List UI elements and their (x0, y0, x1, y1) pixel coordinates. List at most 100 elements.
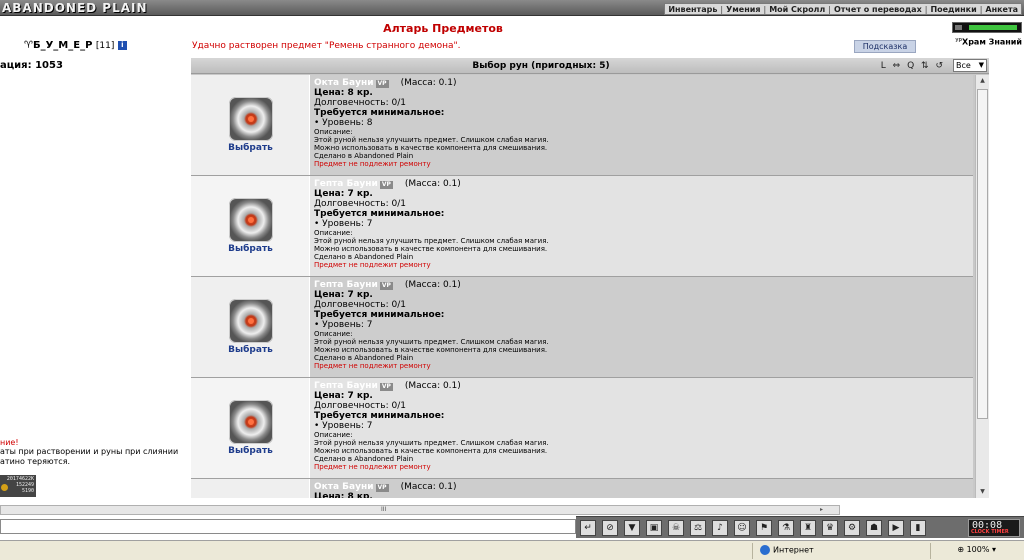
rune-name[interactable]: Гепта Бауни (314, 280, 378, 290)
rune-name[interactable]: Окта Бауни (314, 482, 374, 492)
rune-description: Окта Бауни VP (Масса: 0.1) Цена: 8 кр. (314, 482, 954, 499)
rune-name[interactable]: Гепта Бауни (314, 381, 378, 391)
no-repair-note: Предмет не подлежит ремонту (314, 362, 431, 370)
runes-panel: Выбор рун (пригодных: 5) L ⇔ Q ⇅ ↺ Все ▼ … (191, 58, 989, 498)
nav-separator: | (720, 5, 724, 14)
skull-icon[interactable]: ☠ (668, 520, 684, 536)
top-bar: ABANDONED PLAIN Инвентарь | Умения | Мой Скр… (0, 0, 1024, 16)
smile-icon[interactable]: ☺ (734, 520, 750, 536)
rune-price: Цена: 8 кр. (314, 492, 373, 498)
description-line-1: Этой руной нельзя улучшить предмет. Слиш… (314, 439, 549, 447)
bar-icon[interactable]: ▮ (910, 520, 926, 536)
required-level: • Уровень: 8 (314, 118, 373, 128)
top-nav-link[interactable]: Поединки (930, 4, 976, 14)
no-icon[interactable]: ⊘ (602, 520, 618, 536)
vp-badge: VP (379, 181, 393, 189)
rune-row: Выбрать Гепта Бауни VP (Масса: 0.1) Цена: 7 … (191, 277, 973, 378)
choose-button[interactable]: Выбрать (191, 446, 310, 456)
page-title: Алтарь Предметов (383, 22, 503, 35)
scroll-grip[interactable]: III (381, 506, 386, 513)
house-icon[interactable]: ☗ (866, 520, 882, 536)
scroll-up-icon[interactable]: ▲ (976, 75, 989, 87)
top-nav-link[interactable]: Анкета (985, 4, 1018, 14)
rune-price: Цена: 8 кр. (314, 88, 373, 98)
rune-mass: (Масса: 0.1) (404, 381, 461, 391)
rune-description: Гепта Бауни VP (Масса: 0.1) Цена: 7 кр. Долг… (314, 381, 954, 472)
rune-icon[interactable] (229, 299, 273, 343)
play-icon[interactable]: ▶ (888, 520, 904, 536)
coin-icon (1, 484, 8, 491)
choose-button[interactable]: Выбрать (191, 345, 310, 355)
requirements-title: Требуется минимальное: (314, 411, 445, 421)
made-in: Сделано в Abandoned Plain (314, 152, 414, 160)
top-nav-link[interactable]: Отчет о переводах (834, 4, 922, 14)
rune-durability: Долговечность: 0/1 (314, 401, 406, 411)
rune-price: Цена: 7 кр. (314, 391, 373, 401)
choose-button[interactable]: Выбрать (191, 244, 310, 254)
rune-image-cell: Выбрать (191, 378, 310, 478)
enter-icon[interactable]: ↵ (580, 520, 596, 536)
level-sort-icon[interactable]: L (881, 61, 886, 71)
rune-name[interactable]: Гепта Бауни (314, 179, 378, 189)
zoom-level[interactable]: ⊕ 100% ▾ (957, 545, 996, 554)
rune-row: Выбрать Окта Бауни VP (Масса: 0.1) Цена: 8 к… (191, 75, 973, 176)
chat-input[interactable] (0, 519, 576, 534)
rune-icon[interactable] (229, 400, 273, 444)
horizontal-scrollbar[interactable]: III ▸ (0, 505, 840, 515)
filter-select[interactable]: Все ▼ (953, 59, 987, 72)
rune-image-cell: Выбрать (191, 277, 310, 377)
knowledge-temple-label[interactable]: урХрам Знаний (948, 37, 1022, 47)
top-nav: Инвентарь | Умения | Мой Скролл | Отчет о пере… (664, 3, 1022, 15)
refresh-icon[interactable]: ↺ (935, 61, 943, 71)
scroll-right-icon[interactable]: ▸ (820, 506, 823, 513)
rune-durability: Долговечность: 0/1 (314, 300, 406, 310)
rune-name[interactable]: Окта Бауни (314, 78, 374, 88)
player-info-icon[interactable]: i (117, 40, 127, 50)
top-nav-link[interactable]: Инвентарь (668, 4, 717, 14)
top-nav-link[interactable]: Умения (726, 4, 760, 14)
panel-tools: L ⇔ Q ⇅ ↺ (879, 61, 945, 71)
nav-separator: | (828, 5, 831, 14)
clan-icon[interactable]: ♈ (24, 40, 33, 51)
rune-description: Гепта Бауни VP (Масса: 0.1) Цена: 7 кр. Долг… (314, 280, 954, 371)
nav-separator: | (979, 5, 983, 14)
rune-mass: (Масса: 0.1) (400, 482, 457, 492)
required-level: • Уровень: 7 (314, 219, 373, 229)
description-line-1: Этой руной нельзя улучшить предмет. Слиш… (314, 136, 549, 144)
rune-row: Выбрать Гепта Бауни VP (Масса: 0.1) Цена: 7 … (191, 378, 973, 479)
vertical-scrollbar[interactable]: ▲ ▼ (975, 75, 989, 498)
no-repair-note: Предмет не подлежит ремонту (314, 160, 431, 168)
window-icon[interactable]: ▣ (646, 520, 662, 536)
scales-icon[interactable]: ⚖ (690, 520, 706, 536)
scroll-down-icon[interactable]: ▼ (976, 486, 989, 498)
player-level: [11] (95, 41, 115, 51)
search-icon[interactable]: Q (907, 61, 914, 71)
rune-icon[interactable] (229, 198, 273, 242)
nav-separator: | (924, 5, 928, 14)
rune-durability: Долговечность: 0/1 (314, 199, 406, 209)
knowledge-bar (952, 22, 1022, 33)
gear-icon[interactable]: ⚙ (844, 520, 860, 536)
music-icon[interactable]: ♪ (712, 520, 728, 536)
hint-button[interactable]: Подсказка (854, 40, 916, 53)
sort-icon[interactable]: ⇅ (921, 61, 929, 71)
crown-icon[interactable]: ♛ (822, 520, 838, 536)
scroll-thumb[interactable] (977, 89, 988, 419)
filter-icon[interactable]: ▼ (624, 520, 640, 536)
description-title: Описание: (314, 330, 353, 338)
tower-icon[interactable]: ♜ (800, 520, 816, 536)
clock-timer[interactable]: 00:08 CLOCK TIMER (968, 519, 1020, 537)
panel-header: Выбор рун (пригодных: 5) L ⇔ Q ⇅ ↺ Все ▼ (191, 58, 989, 74)
security-zone: Интернет (760, 545, 814, 555)
flag-icon[interactable]: ⚑ (756, 520, 772, 536)
top-nav-link[interactable]: Мой Скролл (769, 4, 825, 14)
rune-icon[interactable] (229, 97, 273, 141)
chat-toolbar: ▮ ▶ ☗ ⚙ ♛ ♜ ⚗ ⚑ ☺ ♪ ⚖ ☠ ▣ ▼ ⊘ ↵ 00:08 CLOCK TIMER (576, 516, 1024, 538)
knowledge-temple[interactable]: урХрам Знаний (948, 22, 1022, 47)
choose-button[interactable]: Выбрать (191, 143, 310, 153)
player-name[interactable]: Б_У_М_Е_Р (33, 40, 92, 51)
rune-image-cell: Выбрать (191, 176, 310, 276)
success-message: Удачно растворен предмет "Ремень странно… (192, 41, 461, 51)
swap-icon[interactable]: ⇔ (893, 61, 901, 71)
potion-icon[interactable]: ⚗ (778, 520, 794, 536)
